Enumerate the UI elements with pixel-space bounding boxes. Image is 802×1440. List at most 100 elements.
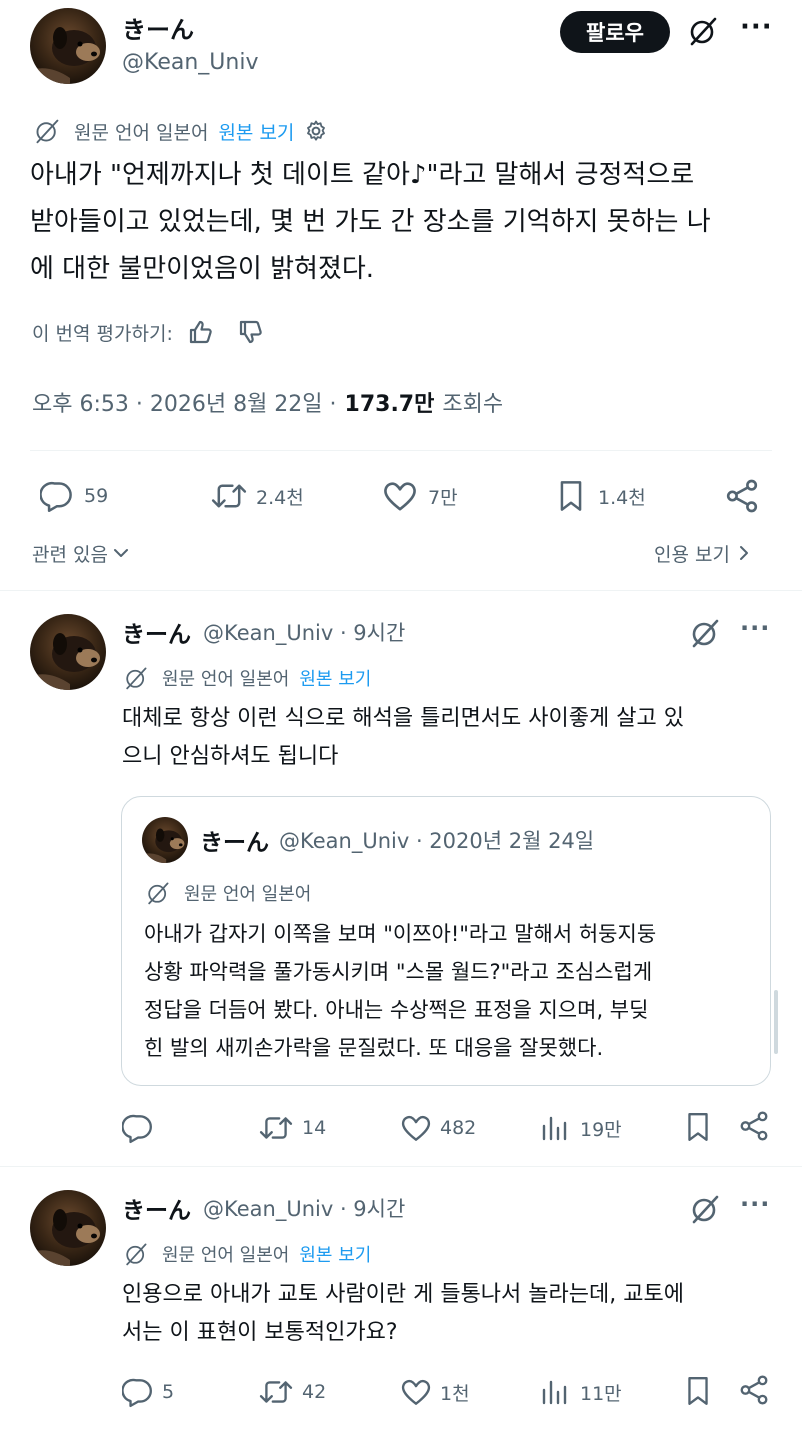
share-icon[interactable] [724,478,760,514]
reply-count: 59 [84,485,109,507]
bookmark-button[interactable]: 1.4천 [554,478,646,514]
like-button[interactable]: 1천 [400,1374,470,1410]
reply-count: 5 [162,1381,175,1403]
gear-icon[interactable] [304,119,328,143]
quote-body-line: 정답을 더듬어 봤다. 아내는 수상쩍은 표정을 지으며, 부딪 [144,998,649,1022]
tweet-body-line: 대체로 항상 이런 식으로 해석을 틀리면서도 사이좋게 살고 있 [122,706,684,731]
views-count: 173.7만 [344,392,435,417]
quote-body: 아내가 갑자기 이쪽을 보며 "이쯔아!"라고 말해서 허둥지둥 상황 파악력을… [144,915,764,1067]
view-original-link[interactable]: 원본 보기 [299,1241,371,1267]
thumbs-up-icon[interactable] [187,318,215,346]
retweet-button[interactable]: 42 [258,1374,326,1410]
chevron-right-icon [739,546,748,560]
avatar[interactable] [30,8,106,84]
retweet-button[interactable]: 14 [258,1110,326,1146]
tweet-body-line: 으니 안심하셔도 됩니다 [122,744,339,769]
tweet-body: 인용으로 아내가 교토 사람이란 게 들통나서 놀라는데, 교토에 서는 이 표… [122,1276,782,1352]
translation-meta: 원문 언어 일본어 원본 보기 [34,116,328,146]
tweet-body-line: 에 대한 불만이었음이 밝혀졌다. [30,254,375,284]
retweet-icon [258,1376,294,1408]
translate-icon [124,666,148,690]
tweet-meta: 오후 6:53 · 2026년 8월 22일 · 173.7만 조회수 [32,384,503,420]
more-dots-icon[interactable]: ··· [740,1190,770,1218]
heart-icon [400,1376,432,1408]
retweet-count: 42 [302,1381,327,1403]
retweet-button[interactable]: 2.4천 [210,478,304,514]
quote-header: きーん @Kean_Univ · 2020년 2월 24일 [200,823,594,857]
translation-meta: 원문 언어 일본어 [146,879,311,907]
author-handle[interactable]: @Kean_Univ [122,50,258,75]
follow-button[interactable]: 팔로우 [560,11,670,53]
like-count: 7만 [428,486,458,509]
retweet-count: 14 [302,1117,327,1139]
avatar[interactable] [30,1190,106,1266]
like-count: 482 [440,1117,477,1139]
divider [0,590,802,591]
reply-bubble-icon [122,1376,154,1408]
retweet-icon [258,1112,294,1144]
tweet-body-line: 받아들이고 있었는데, 몇 번 가도 간 장소를 기억하지 못하는 나 [30,207,711,237]
related-toggle[interactable]: 관련 있음 [32,538,130,568]
bookmark-count: 1.4천 [598,486,646,509]
translate-icon [34,118,60,144]
tweet-body: 아내가 "언제까지나 첫 데이트 같아♪"라고 말해서 긍정적으로 받아들이고 … [30,152,780,293]
translation-label: 원문 언어 일본어 [162,1245,290,1266]
scrollbar-thumb[interactable] [774,990,778,1054]
reply-header: きーん @Kean_Univ · 9시간 [122,1190,405,1226]
more-dots-icon[interactable]: ··· [740,12,773,42]
view-original-link[interactable]: 원본 보기 [299,665,371,691]
translation-label: 원문 언어 일본어 [184,884,312,905]
view-original-link[interactable]: 원본 보기 [218,118,294,145]
author-name[interactable]: きーん [122,1191,191,1225]
author-handle-time[interactable]: @Kean_Univ · 9시간 [203,1193,405,1223]
tweet-timestamp[interactable]: 오후 6:53 · 2026년 8월 22일 · [32,386,337,418]
share-icon[interactable] [738,1110,770,1142]
like-button[interactable]: 7만 [382,478,458,514]
views-button[interactable]: 19만 [540,1110,622,1146]
more-dots-icon[interactable]: ··· [740,614,770,642]
related-label: 관련 있음 [32,543,108,566]
views-bars-icon [540,1113,570,1143]
reply-button[interactable] [122,1110,162,1146]
retweet-icon [210,479,248,513]
translation-meta: 원문 언어 일본어 원본 보기 [124,664,371,692]
quote-body-line: 힌 발의 새끼손가락을 문질렀다. 또 대응을 잘못했다. [144,1036,604,1060]
author-handle-time[interactable]: @Kean_Univ · 9시간 [203,617,405,647]
author-name: きーん [200,830,269,856]
reply-button[interactable]: 5 [122,1374,174,1410]
views-count: 19만 [580,1118,622,1141]
author-name[interactable]: きーん [122,10,194,45]
translation-label: 원문 언어 일본어 [74,121,209,144]
view-quotes-link[interactable]: 인용 보기 [654,538,752,568]
quoted-tweet-card[interactable]: きーん @Kean_Univ · 2020년 2월 24일 원문 언어 일본어 … [121,796,771,1086]
grok-slash-icon[interactable] [690,1194,720,1224]
views-button[interactable]: 11만 [540,1374,622,1410]
translation-meta: 원문 언어 일본어 원본 보기 [124,1240,371,1268]
translation-label: 원문 언어 일본어 [162,669,290,690]
reply-bubble-icon [40,479,74,513]
bookmark-icon[interactable] [682,1110,714,1144]
rate-translation-label: 이 번역 평가하기: [32,322,173,345]
rate-translation: 이 번역 평가하기: [32,316,265,348]
bookmark-icon [554,478,588,514]
tweet-body-line: 인용으로 아내가 교토 사람이란 게 들통나서 놀라는데, 교토에 [122,1282,684,1307]
share-icon[interactable] [738,1374,770,1406]
quote-body-line: 아내가 갑자기 이쪽을 보며 "이쯔아!"라고 말해서 허둥지둥 [144,922,657,946]
translate-icon [124,1242,148,1266]
reply-button[interactable]: 59 [40,478,108,514]
like-button[interactable]: 482 [400,1110,476,1146]
bookmark-icon[interactable] [682,1374,714,1408]
grok-slash-icon[interactable] [688,16,718,46]
grok-slash-icon[interactable] [690,618,720,648]
views-label: 조회수 [442,392,504,417]
tweet-body-line: 아내가 "언제까지나 첫 데이트 같아♪"라고 말해서 긍정적으로 [30,160,695,190]
avatar [142,817,188,863]
tweet-body: 대체로 항상 이런 식으로 해석을 틀리면서도 사이좋게 살고 있 으니 안심하… [122,700,782,776]
avatar[interactable] [30,614,106,690]
like-count: 1천 [440,1382,470,1405]
divider [30,450,772,451]
thumbs-down-icon[interactable] [237,318,265,346]
chevron-down-icon [113,549,128,557]
author-name[interactable]: きーん [122,615,191,649]
heart-icon [382,478,418,514]
